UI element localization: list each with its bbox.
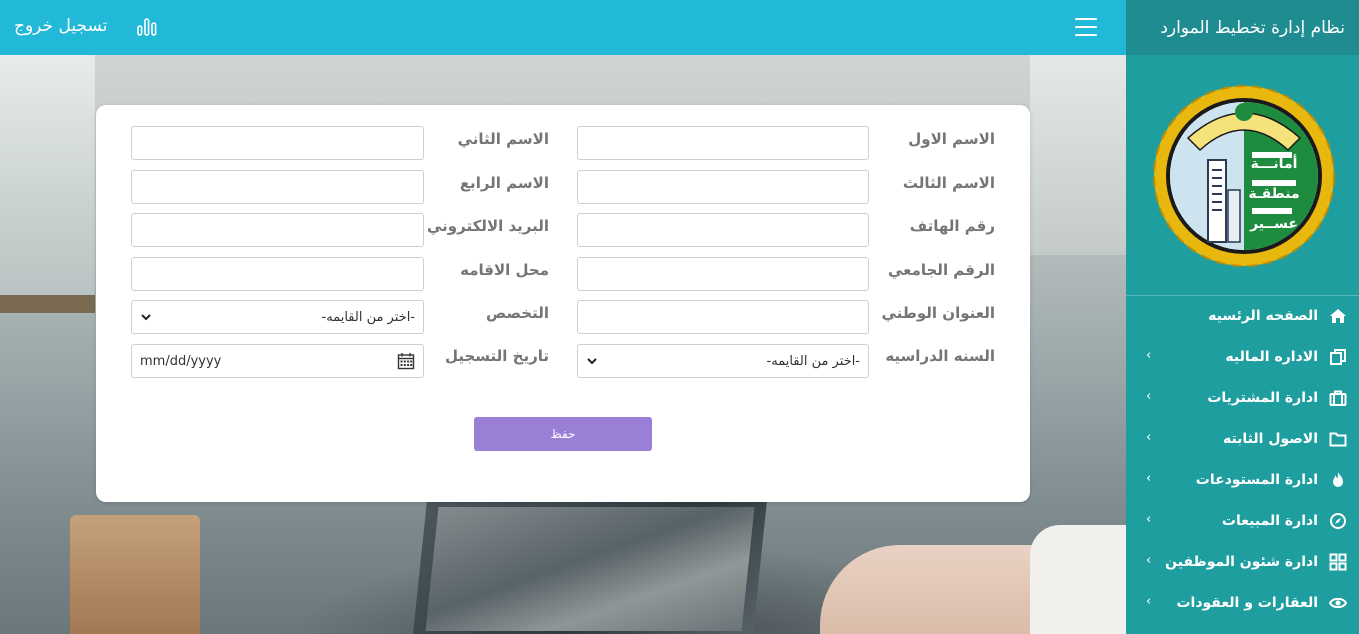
grid-icon	[1329, 553, 1347, 571]
fourth-name-label: الاسم الرابع	[459, 174, 549, 192]
chevron-left-icon: ‹	[1146, 430, 1152, 445]
app-title: نظام إدارة تخطيط الموارد	[1126, 0, 1359, 55]
sidebar-nav: الصفحه الرئسيه ‹ الاداره الماليه ‹ ادارة…	[1126, 296, 1359, 624]
registration-form-card: الاسم الاول الاسم الثاني الاسم الثالث ال…	[96, 105, 1030, 502]
second-name-input[interactable]	[131, 126, 424, 160]
specialization-label: التخصص	[486, 304, 549, 322]
sidebar-item-label: ادارة شئون الموظفين	[1165, 554, 1318, 570]
hamburger-menu-icon[interactable]	[1075, 18, 1097, 36]
compass-icon	[1330, 513, 1346, 529]
sidebar-item-finance[interactable]: ‹ الاداره الماليه	[1126, 337, 1359, 378]
sidebar-item-label: الاداره الماليه	[1225, 349, 1318, 365]
first-name-label: الاسم الاول	[908, 130, 995, 148]
phone-input[interactable]	[577, 213, 869, 247]
academic-year-selected: -اختر من القايمه-	[766, 353, 860, 369]
fire-icon	[1333, 472, 1343, 487]
specialization-select[interactable]: -اختر من القايمه-	[131, 300, 424, 334]
university-id-input[interactable]	[577, 257, 869, 291]
amanah-asir-logo: أمانـــة منطقـة عســير	[1153, 85, 1335, 267]
sidebar-item-label: ادارة المبيعات	[1221, 513, 1318, 529]
save-button[interactable]: حفظ	[474, 417, 652, 451]
top-bar: تسجيل خروج	[0, 0, 1126, 55]
chevron-left-icon: ‹	[1146, 594, 1152, 609]
third-name-label: الاسم الثالث	[902, 174, 995, 192]
sidebar-item-label: الاصول الثابته	[1222, 431, 1318, 447]
sidebar-item-purchases[interactable]: ‹ ادارة المشتريات	[1126, 378, 1359, 419]
briefcase-icon	[1329, 390, 1347, 406]
eye-icon	[1329, 597, 1347, 609]
logo-line-1: أمانـــة	[1251, 154, 1298, 172]
fourth-name-input[interactable]	[131, 170, 424, 204]
sidebar-item-label: ادارة المستودعات	[1195, 472, 1318, 488]
calendar-icon[interactable]	[397, 352, 415, 370]
third-name-input[interactable]	[577, 170, 869, 204]
chevron-left-icon: ‹	[1146, 553, 1152, 568]
copy-icon	[1330, 349, 1346, 365]
registration-date-label: تاريخ التسجيل	[444, 347, 549, 365]
logo-line-3: عســير	[1249, 216, 1298, 232]
sidebar-item-hr[interactable]: ‹ ادارة شئون الموظفين	[1126, 542, 1359, 583]
registration-date-value: mm/dd/yyyy	[140, 353, 222, 369]
folder-icon	[1329, 432, 1347, 447]
sidebar: نظام إدارة تخطيط الموارد أمانـــة منطقـة…	[1126, 0, 1359, 634]
national-address-label: العنوان الوطني	[881, 304, 995, 322]
sidebar-item-fixed-assets[interactable]: ‹ الاصول الثابته	[1126, 419, 1359, 460]
bar-chart-icon[interactable]	[136, 15, 158, 37]
residence-label: محل الاقامه	[460, 261, 549, 279]
chevron-left-icon: ‹	[1146, 389, 1152, 404]
specialization-selected: -اختر من القايمه-	[321, 309, 415, 325]
residence-input[interactable]	[131, 257, 424, 291]
logout-link[interactable]: تسجيل خروج	[14, 16, 107, 36]
home-icon	[1330, 309, 1346, 323]
sidebar-item-home[interactable]: الصفحه الرئسيه	[1126, 296, 1359, 337]
national-address-input[interactable]	[577, 300, 869, 334]
first-name-input[interactable]	[577, 126, 869, 160]
sidebar-item-label: ادارة المشتريات	[1207, 390, 1318, 406]
chevron-left-icon: ‹	[1146, 512, 1152, 527]
sidebar-item-label: العقارات و العقودات	[1176, 595, 1318, 611]
email-label: البريد الالكتروني	[427, 217, 549, 235]
sidebar-item-warehouses[interactable]: ‹ ادارة المستودعات	[1126, 460, 1359, 501]
sidebar-item-label: الصفحه الرئسيه	[1208, 308, 1318, 324]
university-id-label: الرقم الجامعي	[887, 261, 995, 279]
second-name-label: الاسم الثاني	[457, 130, 549, 148]
chevron-down-icon	[587, 358, 597, 365]
phone-label: رقم الهاتف	[909, 217, 995, 235]
academic-year-select[interactable]: -اختر من القايمه-	[577, 344, 869, 378]
chevron-left-icon: ‹	[1146, 348, 1152, 363]
sidebar-item-real-estate[interactable]: ‹ العقارات و العقودات	[1126, 583, 1359, 624]
chevron-left-icon: ‹	[1146, 471, 1152, 486]
registration-date-input[interactable]: mm/dd/yyyy	[131, 344, 424, 378]
academic-year-label: السنه الدراسيه	[885, 347, 995, 365]
chevron-down-icon	[141, 314, 151, 321]
logo-line-2: منطقـة	[1248, 186, 1299, 202]
sidebar-item-sales[interactable]: ‹ ادارة المبيعات	[1126, 501, 1359, 542]
email-input[interactable]	[131, 213, 424, 247]
